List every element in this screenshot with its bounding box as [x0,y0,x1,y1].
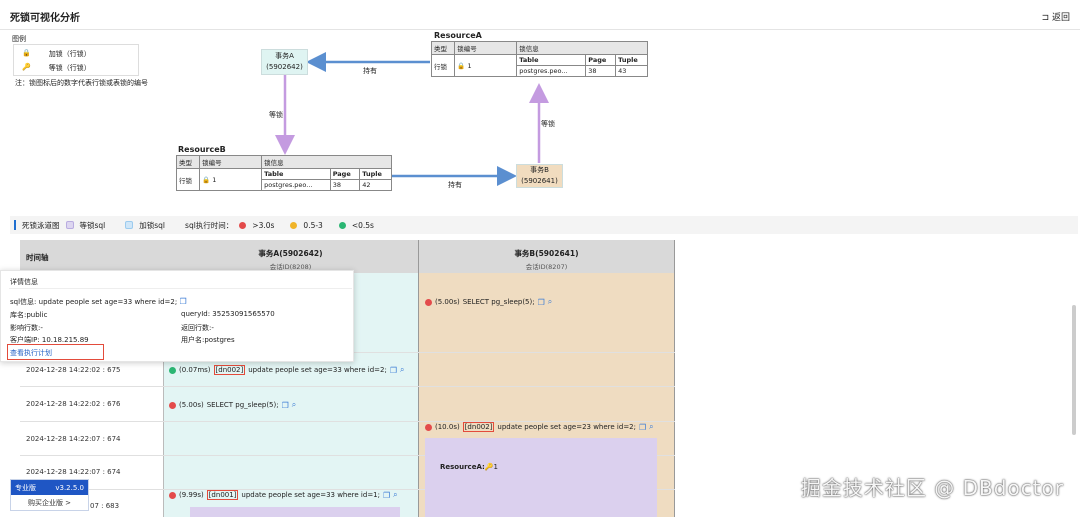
green-dot [338,221,346,229]
edge-label-wait-a: 等锁 [269,111,283,119]
swimlane-title: 死锁泳道图 [22,220,60,230]
section-marker [14,220,16,230]
edition-label: 专业版 [15,483,36,492]
popup-ret-rows: 返回行数:- [181,324,214,332]
tx-a-header: 事务A(5902642) 会话ID(8208) [163,240,418,273]
timestamp: 2024-12-28 14:22:07 : 674 [26,435,121,443]
lock-icon: 🔒 [202,175,211,184]
popup-sql: sql信息: update people set age=33 where id… [10,297,187,306]
edge-label-hold-a: 持有 [363,67,377,75]
popup-db: 库名:public [10,311,48,319]
resource-a-table: 类型 锁编号 锁信息 行锁 🔒 1 Table Page Tuple postgres.p… [430,41,648,77]
view-plan-link[interactable]: 查看执行计划 [7,344,104,360]
copy-icon[interactable]: ❐ [390,366,397,375]
tx-b-node[interactable]: 事务B (5902641) [516,164,563,188]
wait-block-b[interactable]: ResourceA:🔑1 [425,438,657,517]
time-legend-label: sql执行时间： [185,220,234,230]
red-dot [239,221,247,229]
tx-b-header: 事务B(5902641) 会话ID(8207) [419,240,674,273]
wait-sql-swatch [65,221,74,229]
popup-rows: 影响行数:- [10,324,43,332]
popup-query-id: queryId: 35253091565570 [181,310,275,318]
wait-block-a[interactable] [190,507,400,517]
search-icon[interactable]: ⌕ [649,422,653,432]
copy-icon[interactable]: ❐ [639,423,646,432]
version-label: v3.2.5.0 [55,483,84,492]
timestamp: 2024-12-28 14:22:02 : 675 [26,366,121,374]
search-icon[interactable]: ⌕ [548,297,552,307]
copy-icon[interactable]: ❐ [282,401,289,410]
detail-popup: 详情信息 sql信息: update people set age=33 whe… [0,270,354,362]
tx-a-node[interactable]: 事务A (5902642) [261,49,308,75]
search-icon[interactable]: ⌕ [400,365,404,375]
upgrade-link[interactable]: 购买企业版 > [11,498,88,508]
version-badge[interactable]: 专业版 v3.2.5.0 购买企业版 > [10,479,89,511]
resource-b-title: ResourceB [178,145,226,154]
watermark: 掘金技术社区 @ DBdoctor [800,476,1064,500]
popup-user: 用户名:postgres [181,336,235,344]
event-b2[interactable]: (10.0s) [dn002] update people set age=23 w… [425,422,654,432]
timestamp: 2024-12-28 14:22:02 : 676 [26,400,121,408]
copy-icon[interactable]: ❐ [383,491,390,500]
time-axis-header: 时间轴 [20,240,163,273]
resource-b-table: 类型 锁编号 锁信息 行锁 🔒 1 Table Page Tuple postgres.p… [175,155,392,191]
event-a2[interactable]: (5.00s) SELECT pg_sleep(5); ❐ ⌕ [169,400,296,410]
copy-icon[interactable]: ❐ [179,297,186,306]
event-b1[interactable]: (5.00s) SELECT pg_sleep(5); ❐ ⌕ [425,297,552,307]
timestamp: 2024-12-28 14:22:07 : 674 [26,468,121,476]
lock-icon: 🔒 [457,61,466,70]
wait-sql-label: 等锁sql [79,220,106,230]
yellow-dot [290,221,298,229]
search-icon[interactable]: ⌕ [292,400,296,410]
key-icon: 🔑 [484,463,494,471]
edge-label-wait-b: 等锁 [541,120,555,128]
event-a1[interactable]: (0.07ms) [dn002] update people set age=33 … [169,365,404,375]
scrollbar[interactable] [1072,305,1076,435]
edge-label-hold-b: 持有 [448,181,462,189]
popup-title: 详情信息 [10,278,38,286]
swimlane-legend-bar: 死锁泳道图 等锁sql 加锁sql sql执行时间： >3.0s 0.5-3 <… [10,216,1078,234]
lock-sql-swatch [125,221,134,229]
search-icon[interactable]: ⌕ [393,490,397,500]
copy-icon[interactable]: ❐ [538,298,545,307]
event-a3[interactable]: (9.99s) [dn001] update people set age=33 w… [169,490,398,500]
timestamp: 07 : 683 [90,502,120,510]
resource-a-title: ResourceA [434,31,482,40]
lock-sql-label: 加锁sql [139,220,166,230]
